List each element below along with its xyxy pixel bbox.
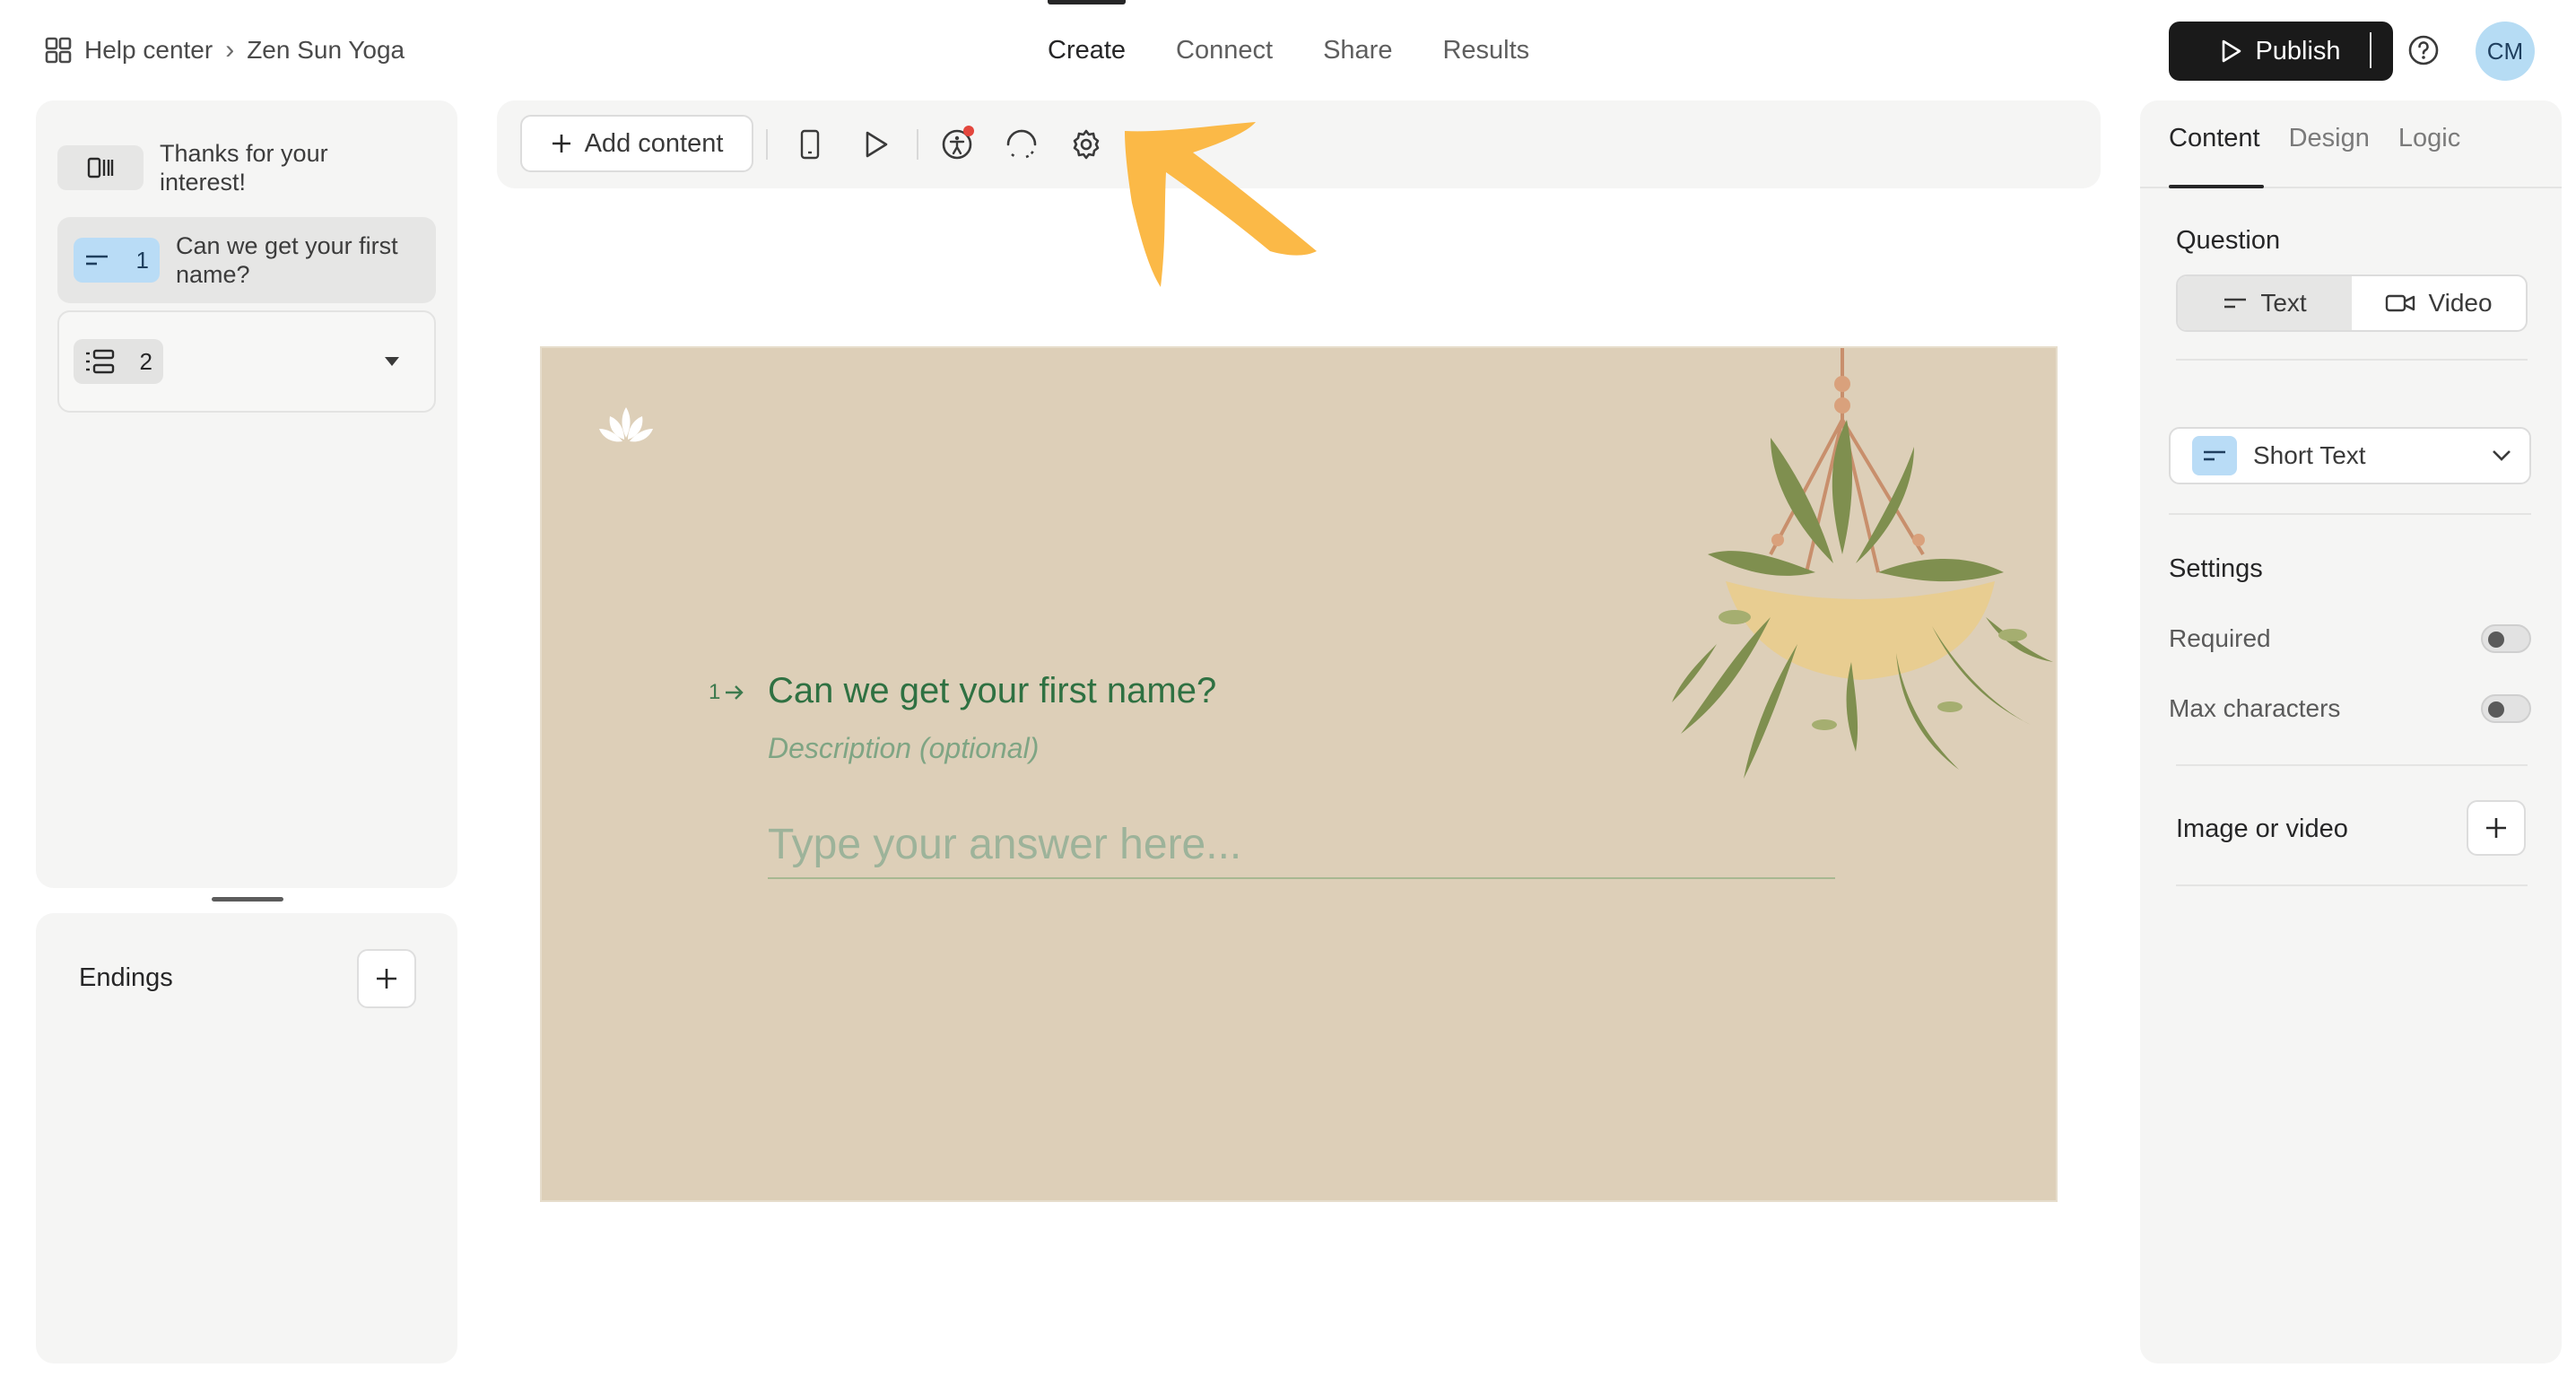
- ai-loading-button[interactable]: [1001, 124, 1042, 165]
- short-text-icon: [2204, 450, 2225, 461]
- help-button[interactable]: [2404, 30, 2443, 70]
- question-heading: Question: [2176, 226, 2281, 255]
- hanging-plant-illustration: [1672, 348, 2053, 779]
- question-number: 1: [709, 680, 721, 704]
- add-content-label: Add content: [584, 128, 724, 158]
- question-title[interactable]: Can we get your first name?: [768, 671, 1216, 711]
- mode-video-button[interactable]: Video: [2352, 276, 2526, 330]
- grid-icon[interactable]: [45, 37, 72, 64]
- welcome-screen-icon: [87, 157, 114, 179]
- section-divider: [2176, 884, 2528, 886]
- section-divider: [2176, 359, 2528, 361]
- image-or-video-label: Image or video: [2176, 814, 2348, 843]
- chevron-down-icon: [2493, 450, 2511, 461]
- publish-button[interactable]: Publish: [2169, 22, 2393, 81]
- question-number-indicator: 1: [709, 680, 745, 705]
- header-divider: [2370, 32, 2371, 68]
- question-number: 2: [139, 347, 152, 375]
- properties-panel: Content Design Logic Question Text Video…: [2140, 100, 2562, 1363]
- panel-resize-handle[interactable]: [212, 897, 283, 902]
- tab-share[interactable]: Share: [1298, 0, 1417, 100]
- notification-dot: [963, 126, 974, 136]
- plus-icon: [377, 969, 396, 989]
- question-type-select[interactable]: Short Text: [2169, 427, 2531, 484]
- breadcrumb-help-center[interactable]: Help center: [84, 36, 213, 65]
- short-text-icon: [86, 255, 108, 266]
- section-divider: [2176, 764, 2528, 766]
- accessibility-button[interactable]: [936, 124, 978, 165]
- avatar[interactable]: CM: [2476, 22, 2535, 81]
- question-mode-toggle: Text Video: [2176, 274, 2528, 332]
- mode-text-button[interactable]: Text: [2178, 276, 2352, 330]
- short-text-icon: [2224, 298, 2247, 309]
- tab-connect[interactable]: Connect: [1151, 0, 1298, 100]
- play-icon: [866, 131, 888, 158]
- list-item-question-1[interactable]: 1 Can we get your first name?: [57, 217, 436, 303]
- question-number: 1: [135, 246, 149, 274]
- welcome-badge: [57, 145, 144, 190]
- add-ending-button[interactable]: [357, 949, 416, 1008]
- tab-content[interactable]: Content: [2169, 124, 2260, 179]
- add-content-button[interactable]: Add content: [520, 115, 753, 172]
- tab-design[interactable]: Design: [2289, 124, 2370, 179]
- tab-logic[interactable]: Logic: [2398, 124, 2460, 179]
- required-toggle[interactable]: [2481, 624, 2531, 653]
- question-circle-icon: [2408, 35, 2439, 65]
- list-item-label: Thanks for your interest!: [160, 140, 328, 196]
- mobile-preview-button[interactable]: [789, 124, 831, 165]
- question-group-icon: [86, 349, 115, 374]
- active-tab-indicator: [2169, 185, 2264, 188]
- top-bar: Help center › Zen Sun Yoga Create Connec…: [0, 0, 2576, 100]
- toolbar-divider: [766, 129, 768, 160]
- section-divider: [2169, 513, 2531, 515]
- add-media-button[interactable]: [2467, 800, 2526, 856]
- tab-results[interactable]: Results: [1417, 0, 1554, 100]
- question-2-badge: 2: [74, 339, 163, 384]
- settings-button[interactable]: [1066, 124, 1107, 165]
- plus-icon: [552, 135, 570, 152]
- list-item-label: Can we get your first name?: [176, 232, 398, 288]
- mode-text-label: Text: [2260, 289, 2307, 317]
- short-text-badge: [2192, 436, 2237, 475]
- form-preview-canvas: 1 Can we get your first name? Descriptio…: [540, 346, 2058, 1202]
- tab-create[interactable]: Create: [1023, 0, 1151, 100]
- plus-icon: [2486, 818, 2506, 838]
- endings-panel: Endings: [36, 913, 457, 1363]
- setting-required: Required: [2169, 624, 2531, 653]
- breadcrumb-separator: ›: [225, 35, 235, 65]
- properties-tabs: Content Design Logic: [2169, 124, 2460, 179]
- mode-video-label: Video: [2428, 289, 2493, 317]
- publish-label: Publish: [2255, 36, 2341, 65]
- answer-input[interactable]: [768, 811, 1835, 879]
- setting-required-label: Required: [2169, 624, 2271, 652]
- list-item-question-2[interactable]: 2: [57, 310, 436, 413]
- mobile-icon: [800, 129, 820, 160]
- max-characters-toggle[interactable]: [2481, 694, 2531, 723]
- list-item-welcome[interactable]: Thanks for your interest!: [57, 131, 436, 205]
- play-icon: [2223, 39, 2241, 63]
- settings-heading: Settings: [2169, 554, 2263, 583]
- caret-down-icon[interactable]: [384, 356, 400, 367]
- arrow-right-icon: [726, 685, 744, 700]
- breadcrumb: Help center › Zen Sun Yoga: [45, 30, 405, 70]
- endings-title: Endings: [79, 963, 173, 992]
- spinner-icon: [1006, 129, 1037, 159]
- question-description[interactable]: Description (optional): [768, 732, 1039, 765]
- breadcrumb-current[interactable]: Zen Sun Yoga: [247, 36, 405, 65]
- question-1-badge: 1: [74, 238, 160, 283]
- preview-play-button[interactable]: [856, 124, 897, 165]
- toolbar-divider: [917, 129, 918, 160]
- setting-max-characters-label: Max characters: [2169, 694, 2341, 722]
- video-camera-icon: [2386, 294, 2415, 312]
- question-list-panel: Thanks for your interest! 1 Can we get y…: [36, 100, 457, 888]
- setting-max-characters: Max characters: [2169, 694, 2531, 723]
- main-nav: Create Connect Share Results: [1023, 0, 1554, 100]
- editor-toolbar: Add content: [497, 100, 2101, 188]
- lotus-logo: [599, 407, 653, 442]
- question-type-label: Short Text: [2253, 441, 2366, 469]
- gear-icon: [1073, 129, 1100, 160]
